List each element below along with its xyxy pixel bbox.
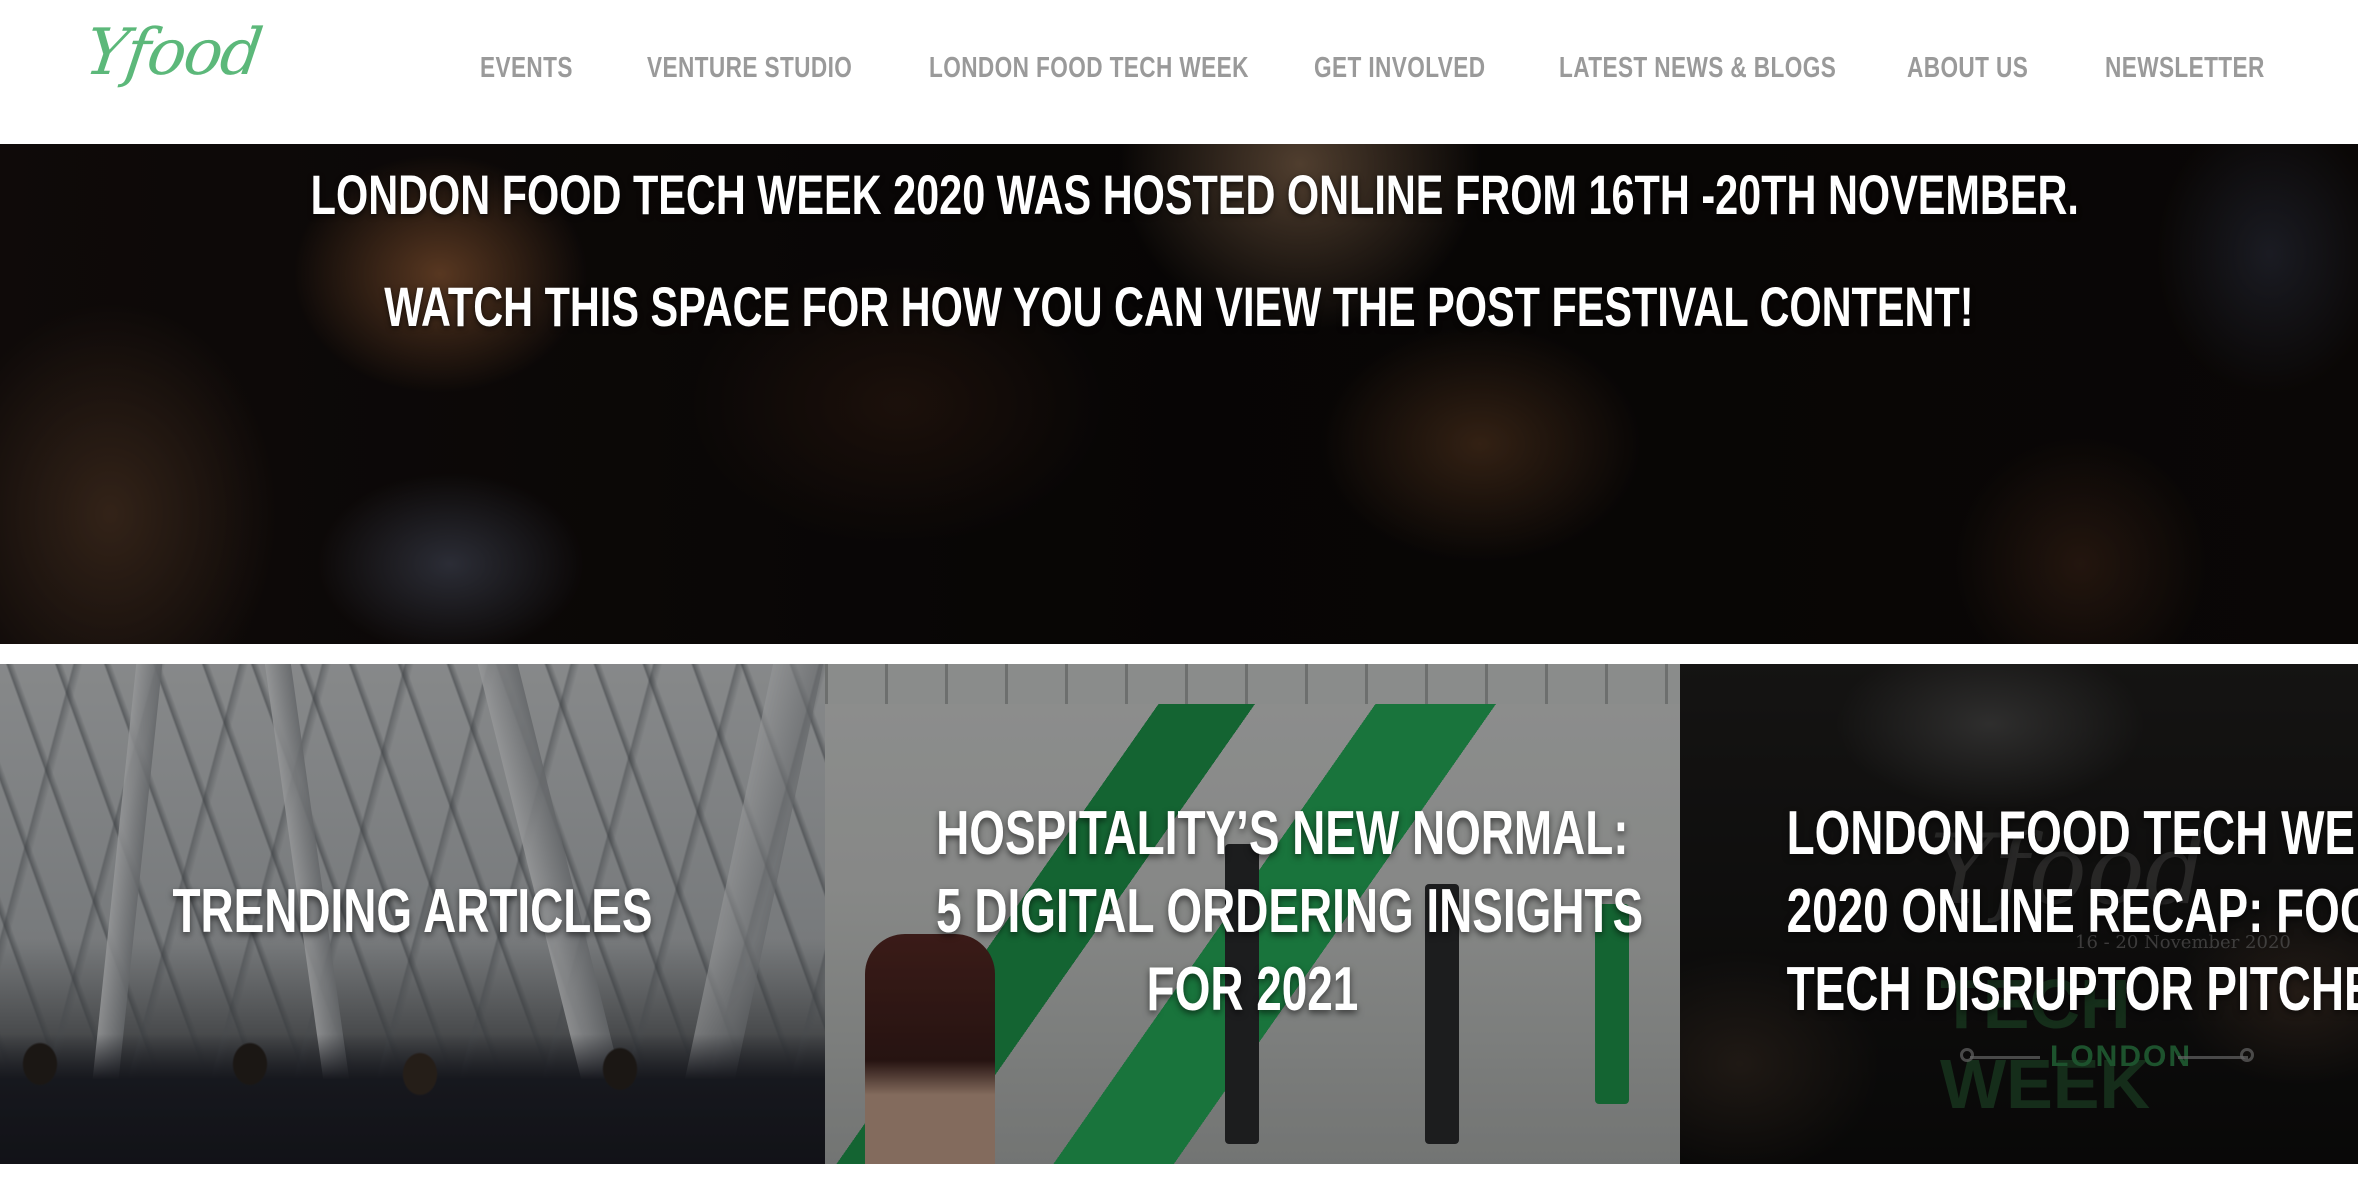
nav-item-london-food-tech-week[interactable]: LONDON FOOD TECH WEEK bbox=[929, 46, 1249, 90]
hero-subheadline-text: WATCH THIS SPACE FOR HOW YOU CAN VIEW TH… bbox=[384, 275, 1974, 338]
hero-subheadline: WATCH THIS SPACE FOR HOW YOU CAN VIEW TH… bbox=[0, 274, 2358, 339]
nav-item-about-us[interactable]: ABOUT US bbox=[1907, 46, 2028, 90]
card-title-line: FOR 2021 bbox=[1146, 955, 1359, 1024]
site-header: Yfood EVENTS VENTURE STUDIO LONDON FOOD … bbox=[0, 0, 2358, 144]
card-title-line: TECH DISRUPTOR PITCHES bbox=[1786, 955, 2358, 1024]
nav-item-newsletter[interactable]: NEWSLETTER bbox=[2105, 46, 2265, 90]
card-title-line: 2020 ONLINE RECAP: FOOD bbox=[1786, 877, 2358, 946]
card-title-line: TRENDING ARTICLES bbox=[172, 877, 653, 946]
card-lftw-2020-recap[interactable]: Yfood 16 - 20 November 2020 TECH WEEK LO… bbox=[1680, 664, 2358, 1164]
nav-item-get-involved[interactable]: GET INVOLVED bbox=[1314, 46, 1485, 90]
page: Yfood EVENTS VENTURE STUDIO LONDON FOOD … bbox=[0, 0, 2358, 1186]
feature-cards: TRENDING ARTICLES HOSPITALITY’S NEW NORM… bbox=[0, 664, 2358, 1164]
nav-item-venture-studio[interactable]: VENTURE STUDIO bbox=[647, 46, 852, 90]
hero-banner: LONDON FOOD TECH WEEK 2020 WAS HOSTED ON… bbox=[0, 144, 2358, 644]
card-title: TRENDING ARTICLES bbox=[0, 873, 825, 951]
main-nav: EVENTS VENTURE STUDIO LONDON FOOD TECH W… bbox=[0, 46, 2358, 90]
nav-item-latest-news-blogs[interactable]: LATEST NEWS & BLOGS bbox=[1559, 46, 1836, 90]
card-title: LONDON FOOD TECH WEEK 2020 ONLINE RECAP:… bbox=[1680, 795, 2358, 1029]
card-title: HOSPITALITY’S NEW NORMAL: 5 DIGITAL ORDE… bbox=[825, 795, 1680, 1029]
hero-headline-text: LONDON FOOD TECH WEEK 2020 WAS HOSTED ON… bbox=[310, 163, 2079, 226]
nav-item-events[interactable]: EVENTS bbox=[480, 46, 573, 90]
hero-headline: LONDON FOOD TECH WEEK 2020 WAS HOSTED ON… bbox=[0, 162, 2358, 227]
card-title-line: HOSPITALITY’S NEW NORMAL: bbox=[936, 799, 1629, 868]
card-title-line: 5 DIGITAL ORDERING INSIGHTS bbox=[936, 877, 1644, 946]
card-hospitality-new-normal[interactable]: HOSPITALITY’S NEW NORMAL: 5 DIGITAL ORDE… bbox=[825, 664, 1680, 1164]
card-trending-articles[interactable]: TRENDING ARTICLES bbox=[0, 664, 825, 1164]
card-title-line: LONDON FOOD TECH WEEK bbox=[1786, 799, 2358, 868]
